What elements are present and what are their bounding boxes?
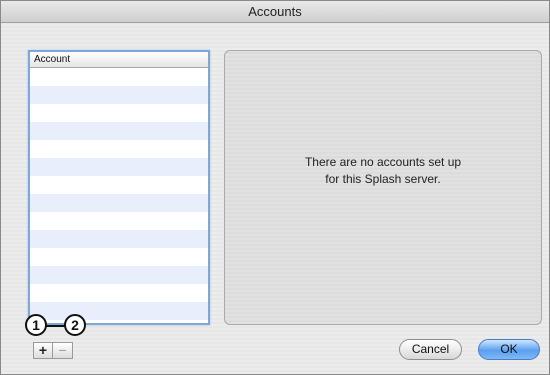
list-row[interactable]: [30, 212, 208, 230]
list-row[interactable]: [30, 104, 208, 122]
list-row[interactable]: [30, 194, 208, 212]
account-detail-panel: There are no accounts set up for this Sp…: [224, 50, 542, 325]
callout-connector: [46, 325, 65, 327]
empty-message-line-1: There are no accounts set up: [304, 155, 462, 169]
account-list[interactable]: Account: [28, 50, 210, 325]
cancel-button[interactable]: Cancel: [399, 339, 462, 360]
list-row[interactable]: [30, 140, 208, 158]
empty-message: There are no accounts set up for this Sp…: [225, 154, 541, 188]
list-row[interactable]: [30, 302, 208, 320]
list-row[interactable]: [30, 158, 208, 176]
ok-button[interactable]: OK: [478, 339, 540, 360]
list-row[interactable]: [30, 248, 208, 266]
empty-message-line-2: for this Splash server.: [325, 172, 441, 186]
account-column-header[interactable]: Account: [30, 52, 208, 68]
window-title: Accounts: [1, 1, 549, 23]
callout-1: 1: [25, 314, 47, 336]
remove-account-button[interactable]: −: [53, 342, 73, 359]
list-row[interactable]: [30, 68, 208, 86]
list-row[interactable]: [30, 284, 208, 302]
list-row[interactable]: [30, 266, 208, 284]
list-row[interactable]: [30, 86, 208, 104]
list-row[interactable]: [30, 230, 208, 248]
add-account-button[interactable]: +: [33, 342, 53, 359]
accounts-window: Accounts Account There are no accounts s…: [0, 0, 550, 375]
list-row[interactable]: [30, 122, 208, 140]
callout-2: 2: [64, 314, 86, 336]
list-row[interactable]: [30, 176, 208, 194]
